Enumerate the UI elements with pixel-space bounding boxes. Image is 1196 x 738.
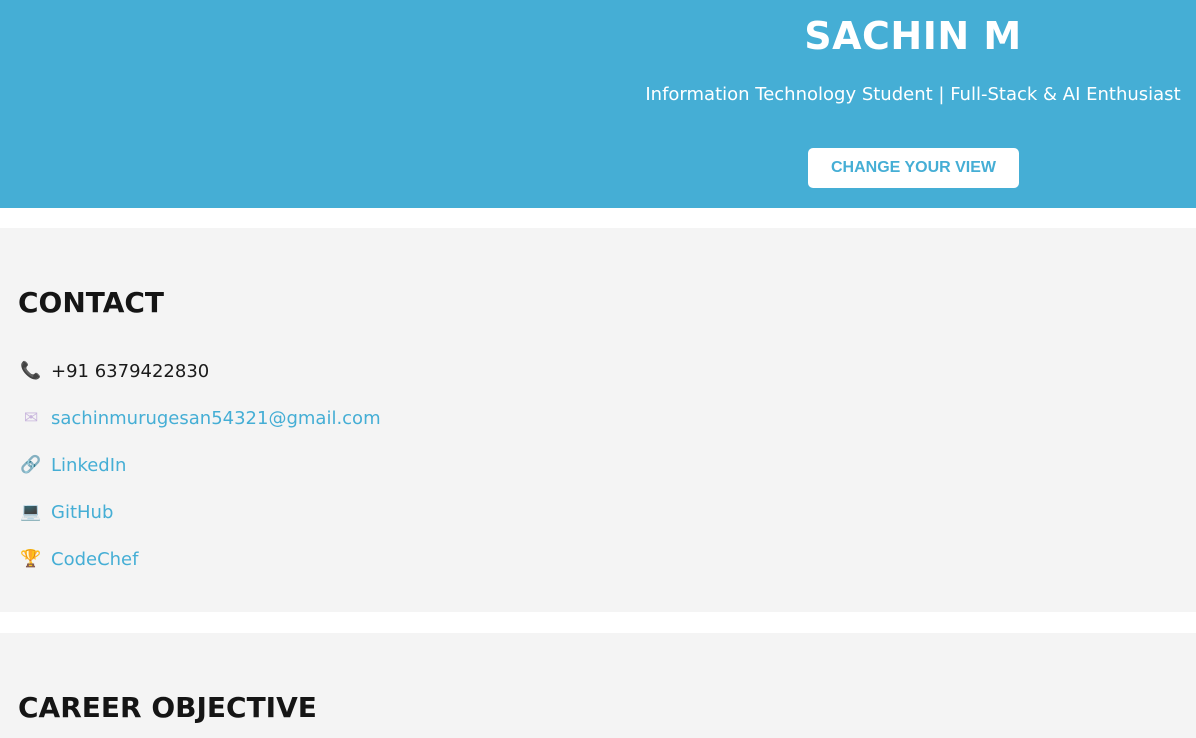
contact-title: CONTACT (18, 286, 165, 319)
contact-item-linkedin: 🔗 LinkedIn (20, 442, 381, 489)
contact-item-phone: 📞 +91 6379422830 (20, 348, 381, 395)
contact-item-codechef: 🏆 CodeChef (20, 536, 381, 583)
linkedin-link[interactable]: LinkedIn (51, 455, 126, 476)
github-link[interactable]: GitHub (51, 502, 113, 523)
change-view-button[interactable]: CHANGE YOUR VIEW (808, 148, 1019, 188)
contact-item-email: ✉ sachinmurugesan54321@gmail.com (20, 395, 381, 442)
profile-subtitle: Information Technology Student | Full-St… (645, 84, 1181, 105)
contact-section: CONTACT 📞 +91 6379422830 ✉ sachinmuruges… (0, 228, 1196, 612)
career-objective-title: CAREER OBJECTIVE (18, 691, 317, 724)
mail-icon: ✉ (23, 408, 39, 428)
laptop-icon: 💻 (20, 502, 42, 522)
link-icon: 🔗 (20, 455, 42, 475)
codechef-link[interactable]: CodeChef (51, 549, 138, 570)
trophy-icon: 🏆 (20, 549, 42, 569)
profile-name: SACHIN M (804, 14, 1022, 58)
profile-header: SACHIN M Information Technology Student … (0, 0, 1196, 208)
career-objective-section: CAREER OBJECTIVE (0, 633, 1196, 738)
phone-icon: 📞 (20, 361, 42, 381)
contact-item-github: 💻 GitHub (20, 489, 381, 536)
email-link[interactable]: sachinmurugesan54321@gmail.com (51, 408, 381, 429)
contact-list: 📞 +91 6379422830 ✉ sachinmurugesan54321@… (20, 348, 381, 583)
phone-number: +91 6379422830 (51, 361, 210, 382)
